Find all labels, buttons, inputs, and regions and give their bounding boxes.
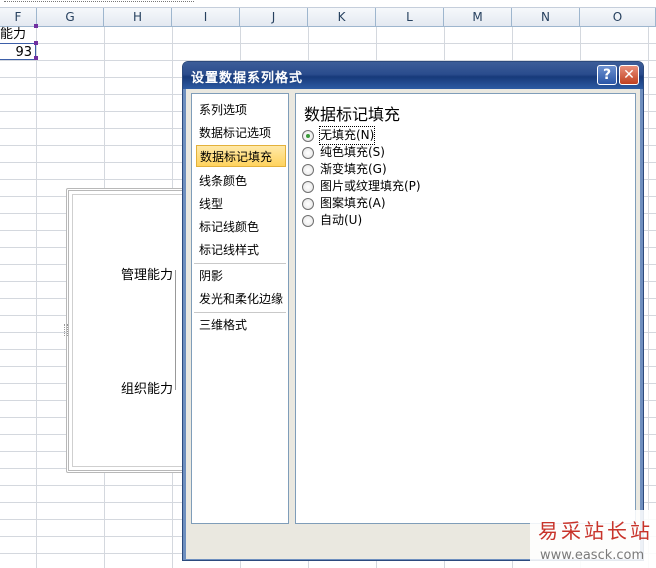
radio-icon[interactable] [302, 130, 314, 142]
watermark-url: www.easck.com [540, 548, 645, 563]
watermark-title: 易采站长站 [538, 519, 653, 543]
radio-icon[interactable] [302, 181, 314, 193]
nav-item-marker-fill[interactable]: 数据标记填充 [196, 145, 286, 167]
column-header[interactable]: G [37, 8, 104, 27]
format-data-series-dialog: 设置数据系列格式 ? ✕ 系列选项 数据标记选项 数据标记填充 线条颜色 线型 … [182, 61, 644, 561]
radio-icon[interactable] [302, 147, 314, 159]
radio-label: 渐变填充(G) [320, 162, 387, 176]
panel-title: 数据标记填充 [304, 105, 401, 124]
column-header[interactable]: L [376, 8, 444, 27]
nav-item-series-options[interactable]: 系列选项 [196, 99, 286, 121]
chart-resize-handle[interactable] [64, 324, 68, 336]
radio-icon[interactable] [302, 215, 314, 227]
dialog-body: 系列选项 数据标记选项 数据标记填充 线条颜色 线型 标记线颜色 标记线样式 阴… [186, 89, 640, 559]
selection-handle[interactable] [34, 56, 38, 60]
dialog-title-bar[interactable]: 设置数据系列格式 ? ✕ [183, 62, 643, 89]
nav-item-line-style[interactable]: 线型 [196, 193, 286, 215]
column-header-bar: F G H I J K L M N O [0, 8, 656, 27]
cell-value[interactable]: 93 [0, 43, 36, 60]
column-header[interactable]: I [172, 8, 240, 27]
chart-axis-label: 管理能力 [121, 268, 174, 283]
category-list: 系列选项 数据标记选项 数据标记填充 线条颜色 线型 标记线颜色 标记线样式 阴… [191, 93, 289, 524]
marker-fill-panel: 数据标记填充 无填充(N) 纯色填充(S) 渐变填充(G) 图片或纹理填充(P)… [295, 93, 636, 524]
column-header[interactable]: N [512, 8, 580, 27]
nav-item-glow-soft-edges[interactable]: 发光和柔化边缘 [196, 288, 286, 310]
nav-item-3d-format[interactable]: 三维格式 [196, 314, 286, 336]
radio-label: 自动(U) [320, 213, 363, 227]
nav-item-marker-line-style[interactable]: 标记线样式 [196, 239, 286, 261]
chart-axis-label: 组织能力 [121, 382, 174, 397]
column-header[interactable]: M [444, 8, 512, 27]
nav-divider [194, 312, 286, 313]
dialog-title: 设置数据系列格式 [191, 71, 304, 86]
nav-divider [194, 263, 286, 264]
radio-label: 纯色填充(S) [320, 145, 385, 159]
cell-header-text[interactable]: 能力 [0, 26, 36, 44]
radio-label: 图片或纹理填充(P) [320, 179, 421, 193]
nav-item-marker-line-color[interactable]: 标记线颜色 [196, 216, 286, 238]
formula-row-fragment [0, 0, 656, 8]
plot-area[interactable] [72, 194, 190, 467]
column-header[interactable]: H [104, 8, 172, 27]
help-icon[interactable]: ? [597, 65, 617, 85]
radio-label: 无填充(N) [318, 126, 376, 145]
column-header[interactable]: O [580, 8, 656, 27]
radio-icon[interactable] [302, 198, 314, 210]
radio-icon[interactable] [302, 164, 314, 176]
selection-handle[interactable] [34, 24, 38, 28]
nav-item-shadow[interactable]: 阴影 [196, 265, 286, 287]
column-header[interactable]: F [0, 8, 37, 27]
column-header[interactable]: J [240, 8, 308, 27]
selection-handle[interactable] [34, 41, 38, 45]
nav-item-line-color[interactable]: 线条颜色 [196, 170, 286, 192]
radio-label: 图案填充(A) [320, 196, 386, 210]
watermark: 易采站长站 www.easck.com [530, 510, 656, 568]
column-header[interactable]: K [308, 8, 376, 27]
nav-item-marker-options[interactable]: 数据标记选项 [196, 122, 286, 144]
close-icon[interactable]: ✕ [619, 65, 639, 85]
